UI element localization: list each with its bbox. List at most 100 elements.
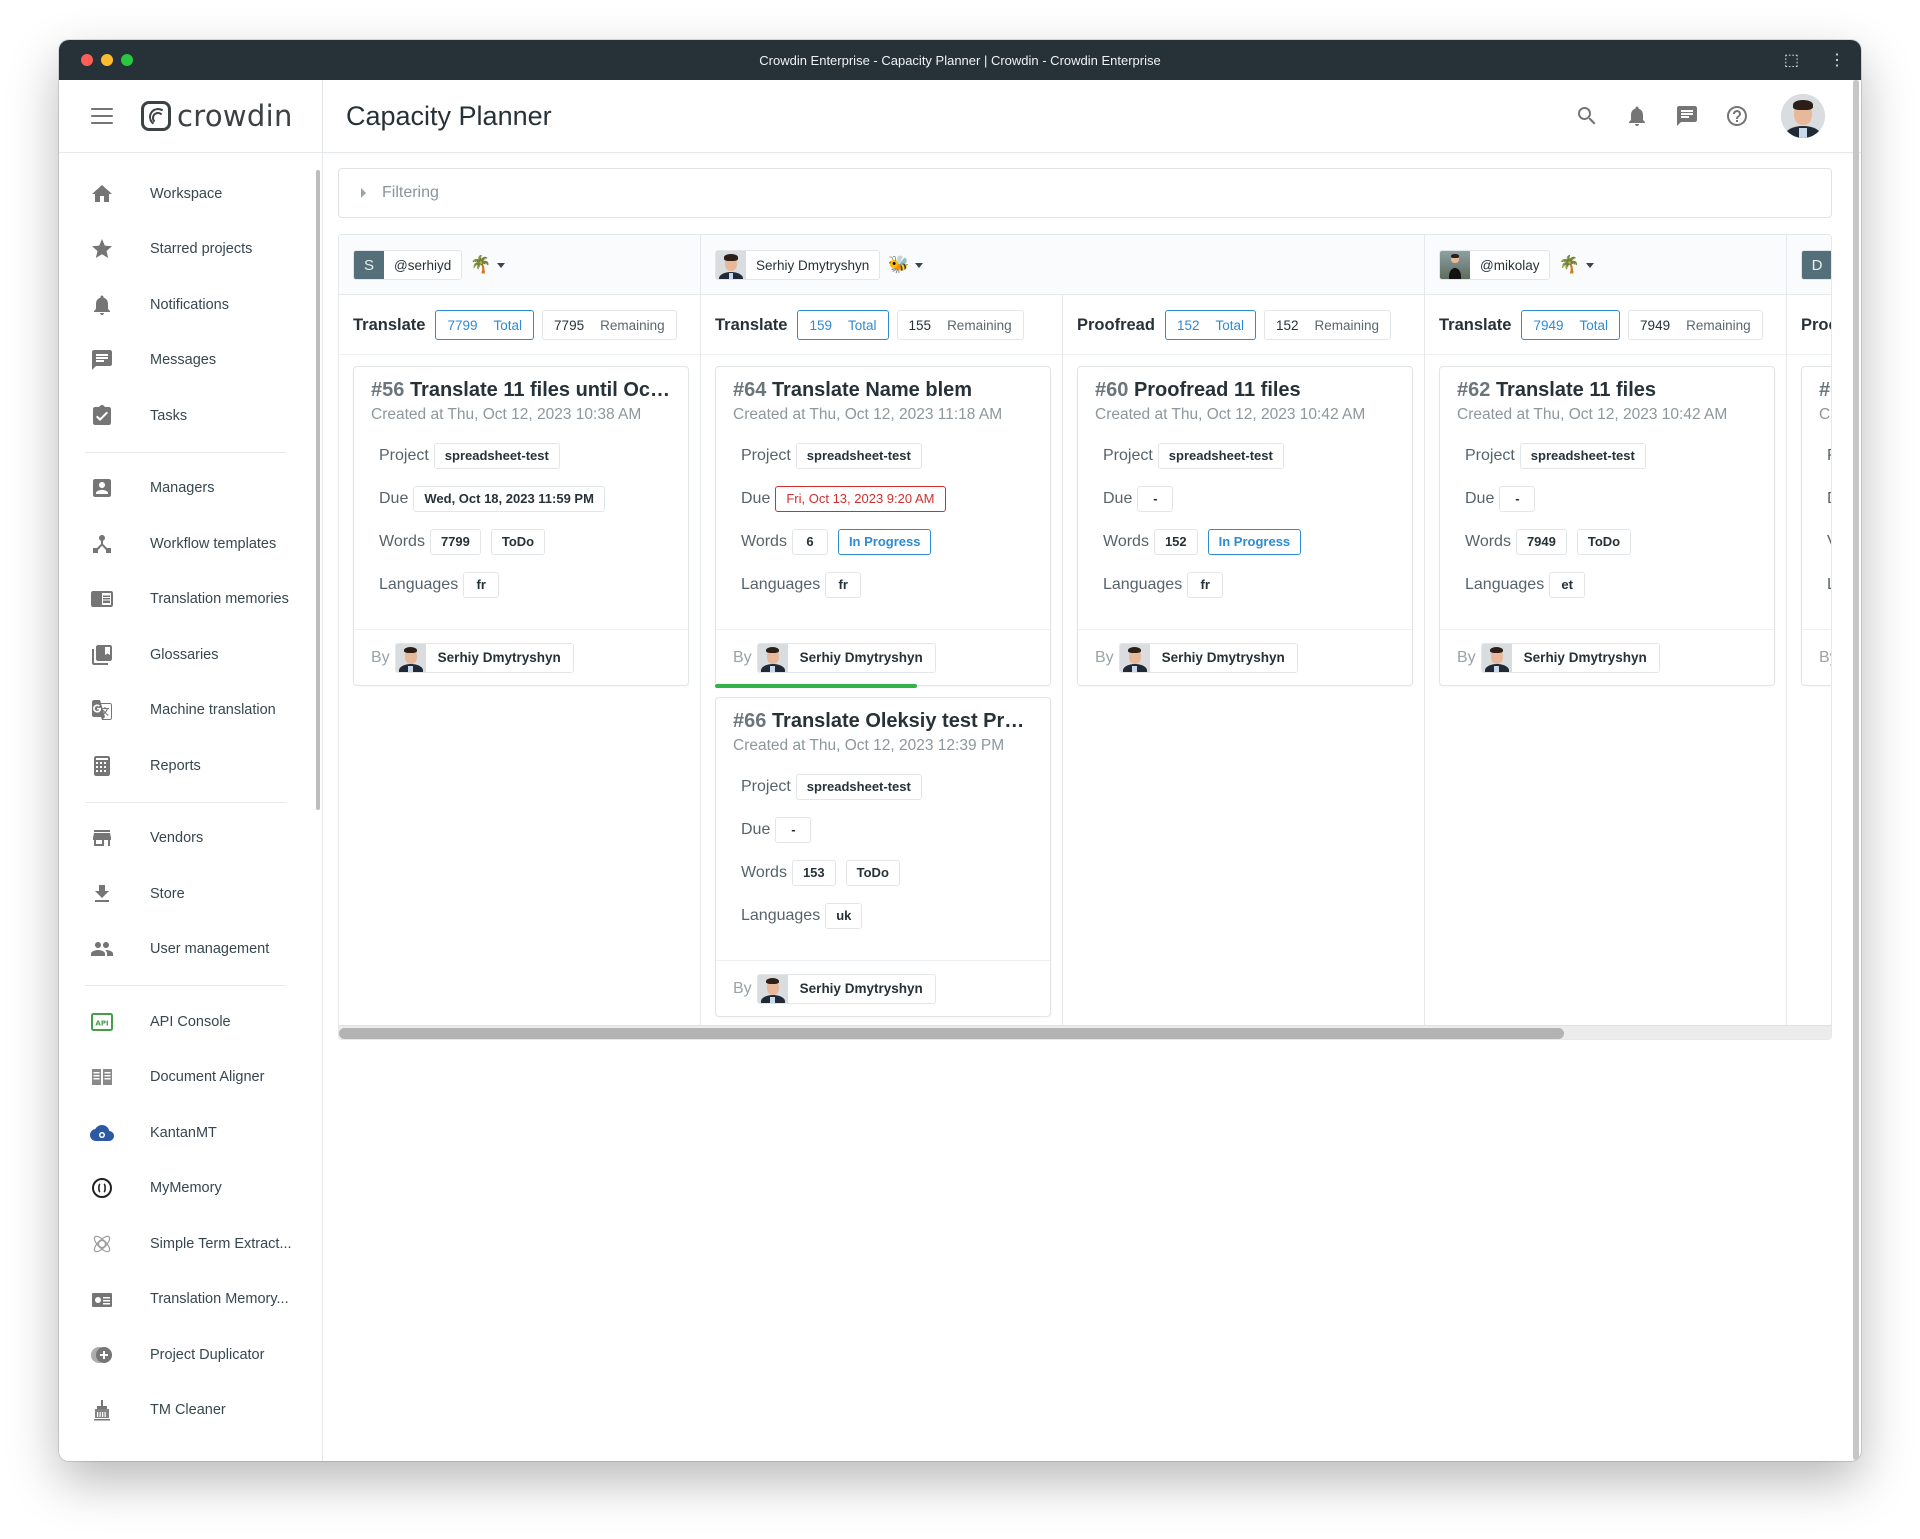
project-field: Project spreadsheet-test — [1465, 434, 1774, 477]
sidebar-item-label: Workspace — [150, 185, 223, 202]
sidebar-item-translation-memories[interactable]: Translation memories — [59, 572, 322, 628]
sidebar-item-label: Vendors — [150, 830, 204, 847]
sidebar-scrollbar[interactable] — [316, 170, 320, 810]
help-icon[interactable] — [1723, 102, 1751, 130]
author-name: Serhiy Dmytryshyn — [1161, 650, 1285, 665]
chat-icon[interactable] — [1673, 102, 1701, 130]
total-label: Total — [1215, 317, 1244, 333]
task-card[interactable]: #62 Translate 11 files Created at Thu, Oc… — [1439, 366, 1775, 686]
sidebar-item-mymemory[interactable]: MyMemory — [59, 1161, 322, 1217]
sidebar-item-managers[interactable]: Managers — [59, 461, 322, 517]
due-field: Due - — [741, 808, 1050, 851]
remaining-value: 7949 — [1640, 317, 1671, 333]
sidebar-item-vendors[interactable]: Vendors — [59, 811, 322, 867]
horizontal-scrollbar-thumb[interactable] — [339, 1028, 1564, 1039]
extension-icon[interactable]: ⬚ — [1784, 50, 1799, 70]
chevron-down-icon[interactable] — [497, 262, 506, 268]
board-column: #56 Translate 11 files until Oct ... Crea… — [339, 355, 701, 1025]
sidebar-item-messages[interactable]: Messages — [59, 333, 322, 389]
close-window-button[interactable] — [81, 54, 93, 66]
sidebar-divider — [85, 801, 286, 803]
author-chip[interactable]: Serhiy Dmytryshyn — [756, 973, 936, 1004]
task-number: #6 — [1819, 379, 1831, 401]
minimize-window-button[interactable] — [101, 54, 113, 66]
sidebar-item-glossaries[interactable]: Glossaries — [59, 627, 322, 683]
sidebar-item-api-console[interactable]: API API Console — [59, 994, 322, 1050]
total-label: Total — [1579, 317, 1609, 333]
total-value: 152 — [1176, 317, 1200, 333]
languages-field: Languages uk — [741, 894, 1050, 937]
user-avatar[interactable] — [1781, 94, 1825, 138]
user-chip[interactable]: S @serhiyd — [353, 250, 463, 280]
crowdin-logo-icon — [141, 101, 171, 131]
user-chip[interactable]: Serhiy Dmytryshyn — [715, 250, 881, 280]
sidebar-item-tm-cleaner[interactable]: TM Cleaner — [59, 1383, 322, 1439]
sidebar-item-label: Translation memories — [150, 591, 289, 608]
sidebar-item-kantanmt[interactable]: KantanMT — [59, 1105, 322, 1161]
total-words-chip: 152 Total — [1164, 310, 1256, 340]
languages-field: Languages fr — [1103, 563, 1412, 606]
sidebar-item-document-aligner[interactable]: Document Aligner — [59, 1050, 322, 1106]
user-header: @mikolay 🌴 — [1425, 235, 1787, 295]
task-card[interactable]: #64 Translate Name blem Created at Thu, O… — [715, 366, 1051, 686]
step-stats: Proofread 152 Total 152 Remaining — [1063, 295, 1425, 355]
bell-icon[interactable] — [1623, 102, 1651, 130]
project-chip[interactable]: spreadsheet-test — [1157, 442, 1284, 469]
task-card[interactable]: #60 Proofread 11 files Created at Thu, Oc… — [1077, 366, 1413, 686]
user-chip[interactable]: @mikolay — [1439, 250, 1551, 280]
sidebar-item-notifications[interactable]: Notifications — [59, 277, 322, 333]
sidebar-item-machine-translation[interactable]: Machine translation — [59, 683, 322, 739]
sidebar-item-starred-projects[interactable]: Starred projects — [59, 222, 322, 278]
task-number: #66 — [733, 710, 767, 732]
user-chip[interactable]: D — [1801, 250, 1831, 280]
author-chip[interactable]: Serhiy Dmytryshyn — [1480, 642, 1660, 673]
remaining-value: 155 — [908, 317, 932, 333]
chevron-down-icon[interactable] — [1585, 262, 1594, 268]
crowdin-logo[interactable]: crowdin — [141, 99, 293, 133]
task-card[interactable]: #66 Translate Oleksiy test Proj... Create… — [715, 697, 1051, 1017]
author-chip[interactable]: Serhiy Dmytryshyn — [756, 642, 936, 673]
task-card[interactable]: #6 Cr P D V L By — [1801, 366, 1831, 686]
author-chip[interactable]: Serhiy Dmytryshyn — [394, 642, 574, 673]
step-stats: Translate 7799 Total 7795 Remaining — [339, 295, 701, 355]
project-chip[interactable]: spreadsheet-test — [433, 442, 560, 469]
sidebar-item-translation-memory[interactable]: Translation Memory... — [59, 1272, 322, 1328]
horizontal-scrollbar[interactable] — [339, 1025, 1831, 1039]
sidebar-item-workspace[interactable]: Workspace — [59, 166, 322, 222]
sidebar-item-workflow-templates[interactable]: Workflow templates — [59, 516, 322, 572]
project-chip[interactable]: spreadsheet-test — [795, 773, 922, 800]
sidebar-item-store[interactable]: Store — [59, 866, 322, 922]
search-icon[interactable] — [1573, 102, 1601, 130]
sidebar-item-reports[interactable]: Reports — [59, 738, 322, 794]
task-author: By — [1802, 629, 1831, 685]
project-chip[interactable]: spreadsheet-test — [795, 442, 922, 469]
task-card[interactable]: #56 Translate 11 files until Oct ... Crea… — [353, 366, 689, 686]
author-chip[interactable]: Serhiy Dmytryshyn — [1118, 642, 1298, 673]
project-label: Project — [379, 446, 429, 464]
sidebar-item-user-management[interactable]: User management — [59, 922, 322, 978]
chevron-down-icon[interactable] — [915, 262, 924, 268]
vertical-scrollbar[interactable] — [1853, 80, 1859, 1461]
filtering-toggle[interactable]: Filtering — [338, 168, 1832, 218]
status-badge: ToDo — [490, 528, 546, 555]
task-created-at: Created at Thu, Oct 12, 2023 10:42 AM — [1095, 406, 1366, 423]
by-label: By — [733, 648, 752, 666]
maximize-window-button[interactable] — [121, 54, 133, 66]
mymemory-icon — [89, 1175, 115, 1201]
sidebar-item-label: Managers — [150, 480, 215, 497]
sidebar-item-project-duplicator[interactable]: Project Duplicator — [59, 1327, 322, 1383]
palm-tree-status-icon: 🌴 — [470, 255, 492, 274]
author-avatar — [1119, 643, 1150, 672]
more-menu-icon[interactable]: ⋮ — [1829, 50, 1845, 70]
hamburger-menu-icon[interactable] — [91, 108, 113, 124]
sidebar-item-simple-term-extract[interactable]: Simple Term Extract... — [59, 1216, 322, 1272]
caret-right-icon — [361, 188, 366, 198]
sidebar-item-tasks[interactable]: Tasks — [59, 388, 322, 444]
step-name: Proc — [1801, 315, 1831, 334]
task-fields: Project spreadsheet-test Due - Words 153 ToDo L… — [716, 755, 1050, 937]
sidebar-item-label: User management — [150, 941, 270, 958]
project-chip[interactable]: spreadsheet-test — [1519, 442, 1646, 469]
star-icon — [89, 236, 115, 262]
status-badge: In Progress — [1207, 528, 1302, 555]
user-avatar — [716, 251, 746, 279]
